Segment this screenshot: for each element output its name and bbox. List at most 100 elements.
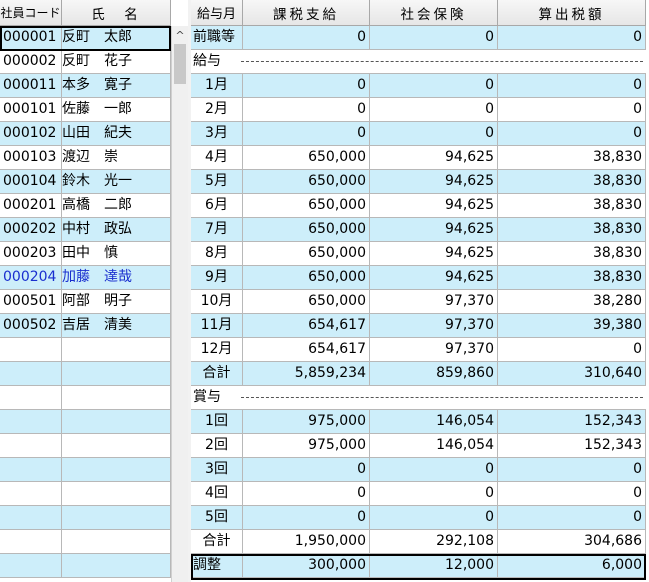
social-insurance-amount[interactable]: 146,054 [370,410,498,434]
period-row[interactable]: 2回 975,000 146,054 152,343 [191,434,646,458]
period-row[interactable]: 2月 0 0 0 [191,98,646,122]
taxable-amount[interactable]: 0 [243,482,370,506]
taxable-amount[interactable]: 0 [243,122,370,146]
taxable-amount[interactable]: 5,859,234 [243,362,370,386]
period-row[interactable]: 合計 1,950,000 292,108 304,686 [191,530,646,554]
calculated-tax-amount[interactable]: 0 [498,26,646,50]
calculated-tax-amount[interactable]: 38,830 [498,242,646,266]
calculated-tax-amount[interactable]: 38,830 [498,170,646,194]
taxable-amount[interactable]: 650,000 [243,194,370,218]
social-insurance-amount[interactable]: 0 [370,458,498,482]
employee-row[interactable]: 000201 高橋 二郎 [0,194,171,218]
calculated-tax-amount[interactable]: 152,343 [498,434,646,458]
calculated-tax-amount[interactable]: 38,830 [498,194,646,218]
employee-row[interactable]: 000104 鈴木 光一 [0,170,171,194]
header-taxable[interactable]: 課税支給 [243,0,370,26]
period-row[interactable]: 7月 650,000 94,625 38,830 [191,218,646,242]
period-row[interactable]: 10月 650,000 97,370 38,280 [191,290,646,314]
social-insurance-amount[interactable]: 94,625 [370,194,498,218]
social-insurance-amount[interactable]: 0 [370,74,498,98]
employee-row[interactable]: 000001 反町 太郎 [0,26,171,50]
employee-row[interactable]: 000002 反町 花子 [0,50,171,74]
taxable-amount[interactable]: 650,000 [243,266,370,290]
taxable-amount[interactable]: 650,000 [243,218,370,242]
taxable-amount[interactable]: 654,617 [243,314,370,338]
taxable-amount[interactable]: 0 [243,458,370,482]
social-insurance-amount[interactable]: 97,370 [370,314,498,338]
period-row[interactable]: 3月 0 0 0 [191,122,646,146]
taxable-amount[interactable]: 0 [243,506,370,530]
period-row[interactable]: 合計 5,859,234 859,860 310,640 [191,362,646,386]
calculated-tax-amount[interactable]: 0 [498,482,646,506]
employee-row[interactable] [0,506,171,530]
taxable-amount[interactable]: 654,617 [243,338,370,362]
calculated-tax-amount[interactable]: 0 [498,458,646,482]
employee-row[interactable] [0,410,171,434]
period-row[interactable]: 調整 300,000 12,000 6,000 [191,554,646,578]
header-social-insurance[interactable]: 社会保険 [370,0,498,26]
employee-row[interactable] [0,338,171,362]
period-row[interactable]: 4月 650,000 94,625 38,830 [191,146,646,170]
employee-row[interactable] [0,434,171,458]
employee-row[interactable]: 000501 阿部 明子 [0,290,171,314]
social-insurance-amount[interactable]: 0 [370,98,498,122]
taxable-amount[interactable]: 650,000 [243,242,370,266]
social-insurance-amount[interactable]: 94,625 [370,266,498,290]
calculated-tax-amount[interactable]: 310,640 [498,362,646,386]
calculated-tax-amount[interactable]: 0 [498,122,646,146]
period-row[interactable]: 8月 650,000 94,625 38,830 [191,242,646,266]
employee-row[interactable]: 000103 渡辺 崇 [0,146,171,170]
calculated-tax-amount[interactable]: 0 [498,74,646,98]
social-insurance-amount[interactable]: 94,625 [370,170,498,194]
taxable-amount[interactable]: 975,000 [243,410,370,434]
taxable-amount[interactable]: 975,000 [243,434,370,458]
employee-row[interactable]: 000203 田中 慎 [0,242,171,266]
period-row[interactable]: 5月 650,000 94,625 38,830 [191,170,646,194]
period-row[interactable]: 4回 0 0 0 [191,482,646,506]
social-insurance-amount[interactable]: 97,370 [370,290,498,314]
taxable-amount[interactable]: 0 [243,74,370,98]
employee-row[interactable] [0,554,171,578]
scroll-up-icon[interactable]: ^ [172,26,188,44]
employee-row[interactable] [0,386,171,410]
employee-row[interactable]: 000102 山田 紀夫 [0,122,171,146]
employee-row[interactable]: 000204 加藤 達哉 [0,266,171,290]
taxable-amount[interactable]: 650,000 [243,170,370,194]
calculated-tax-amount[interactable]: 6,000 [498,554,646,578]
social-insurance-amount[interactable]: 292,108 [370,530,498,554]
calculated-tax-amount[interactable]: 38,830 [498,266,646,290]
calculated-tax-amount[interactable]: 152,343 [498,410,646,434]
social-insurance-amount[interactable]: 0 [370,26,498,50]
taxable-amount[interactable]: 300,000 [243,554,370,578]
employee-row[interactable] [0,530,171,554]
social-insurance-amount[interactable]: 97,370 [370,338,498,362]
period-row[interactable]: 1月 0 0 0 [191,74,646,98]
header-employee-name[interactable]: 氏 名 [62,0,171,26]
employee-row[interactable]: 000011 本多 寛子 [0,74,171,98]
taxable-amount[interactable]: 650,000 [243,290,370,314]
employee-row[interactable]: 000202 中村 政弘 [0,218,171,242]
social-insurance-amount[interactable]: 146,054 [370,434,498,458]
employee-list-scrollbar[interactable]: ^ [171,26,188,582]
employee-row[interactable]: 000502 吉居 清美 [0,314,171,338]
period-row[interactable]: 6月 650,000 94,625 38,830 [191,194,646,218]
header-calculated-tax[interactable]: 算出税額 [498,0,646,26]
period-row[interactable]: 12月 654,617 97,370 0 [191,338,646,362]
period-row[interactable]: 前職等 0 0 0 [191,26,646,50]
social-insurance-amount[interactable]: 94,625 [370,146,498,170]
period-row[interactable]: 3回 0 0 0 [191,458,646,482]
social-insurance-amount[interactable]: 0 [370,482,498,506]
taxable-amount[interactable]: 1,950,000 [243,530,370,554]
calculated-tax-amount[interactable]: 0 [498,98,646,122]
calculated-tax-amount[interactable]: 38,830 [498,218,646,242]
employee-row[interactable]: 000101 佐藤 一郎 [0,98,171,122]
header-period[interactable]: 給与月 [191,0,243,26]
employee-row[interactable] [0,482,171,506]
scrollbar-thumb[interactable] [174,44,186,84]
calculated-tax-amount[interactable]: 38,280 [498,290,646,314]
header-employee-code[interactable]: 社員コード [0,0,62,26]
social-insurance-amount[interactable]: 859,860 [370,362,498,386]
calculated-tax-amount[interactable]: 39,380 [498,314,646,338]
social-insurance-amount[interactable]: 94,625 [370,242,498,266]
period-row[interactable]: 5回 0 0 0 [191,506,646,530]
